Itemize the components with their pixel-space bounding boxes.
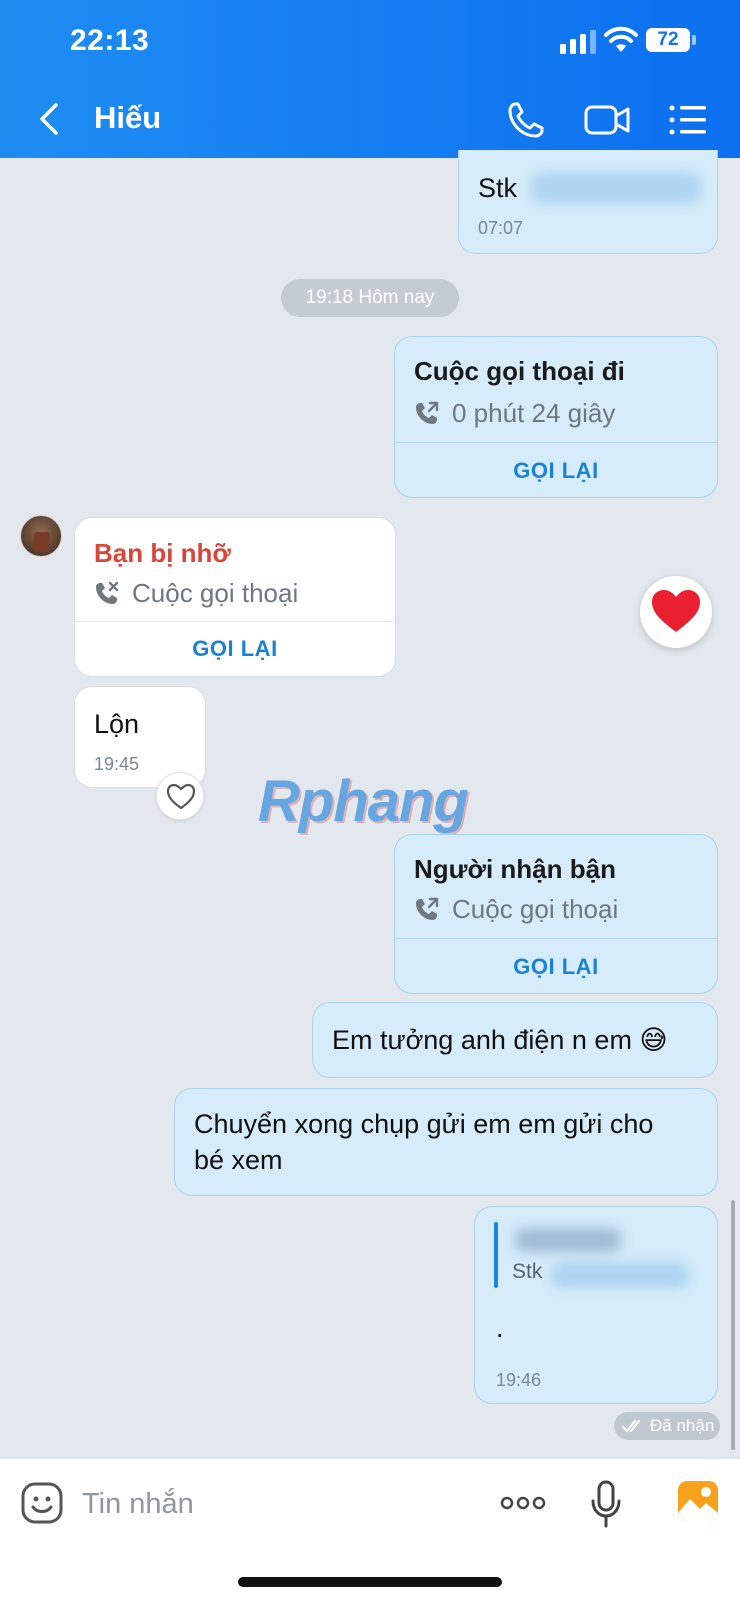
back-icon[interactable] [36, 102, 62, 136]
message-time: 07:07 [478, 218, 524, 238]
call-back-button[interactable]: GỌI LẠI [394, 954, 718, 980]
outgoing-call-icon [416, 401, 439, 424]
redacted-account-number [530, 172, 702, 204]
message-text: Stk [478, 173, 518, 203]
missed-call-icon [96, 581, 119, 604]
call-back-button[interactable]: GỌI LẠI [74, 636, 396, 662]
scrollbar[interactable] [731, 1200, 735, 1450]
message-text-line-1: Chuyển xong chụp gửi em em gửi cho [194, 1109, 654, 1139]
status-time: 22:13 [70, 24, 150, 57]
video-call-icon[interactable] [584, 102, 630, 138]
delivered-label: Đã nhận [650, 1416, 715, 1435]
quote-text: Stk [512, 1260, 543, 1283]
phone-icon[interactable] [506, 100, 546, 140]
redacted-quote-sender [514, 1228, 622, 1252]
missed-call-type: Cuộc gọi thoại [132, 578, 299, 608]
message-text: Em tưởng anh điện n em 😅 [332, 1025, 668, 1055]
call-title: Người nhận bận [414, 854, 616, 884]
call-duration: 0 phút 24 giây [452, 398, 616, 428]
call-divider [395, 938, 717, 939]
contact-name[interactable]: Hiếu [94, 100, 161, 136]
more-options-icon[interactable] [500, 1495, 546, 1511]
missed-call-title: Bạn bị nhỡ [94, 538, 231, 568]
sticker-icon[interactable] [20, 1481, 64, 1525]
watermark-logo: Rphang [258, 769, 469, 834]
wifi-icon [604, 26, 638, 52]
date-separator: 19:18 Hôm nay [281, 279, 459, 317]
microphone-icon[interactable] [590, 1479, 622, 1529]
contact-avatar[interactable] [20, 515, 62, 557]
message-time: 19:46 [496, 1370, 542, 1390]
heart-reaction[interactable] [640, 576, 712, 648]
message-time: 19:45 [94, 754, 140, 774]
call-back-button[interactable]: GỌI LẠI [394, 458, 718, 484]
battery-nub [692, 35, 696, 45]
message-input[interactable] [82, 1481, 462, 1527]
call-title: Cuộc gọi thoại đi [414, 356, 625, 386]
message-text: . [496, 1313, 504, 1343]
message-composer [0, 1458, 740, 1600]
home-indicator [238, 1577, 502, 1587]
delivered-badge: Đã nhận [614, 1412, 720, 1440]
battery-icon: 72 [646, 28, 690, 52]
signal-icon [560, 30, 596, 54]
double-check-icon [622, 1419, 641, 1433]
heart-icon [652, 590, 700, 632]
call-type: Cuộc gọi thoại [452, 894, 619, 924]
redacted-account-number [550, 1262, 690, 1288]
message-text-line-2: bé xem [194, 1145, 283, 1175]
chat-header: 22:13 72 Hiếu [0, 0, 740, 158]
message-text: Lộn [94, 709, 140, 739]
outgoing-call-icon [416, 897, 439, 920]
quote-bar [494, 1222, 498, 1288]
image-icon[interactable] [676, 1479, 720, 1523]
call-divider [395, 442, 717, 443]
heart-outline-icon [166, 783, 196, 810]
menu-icon[interactable] [668, 104, 706, 136]
call-divider [75, 621, 395, 622]
react-button[interactable] [156, 772, 204, 820]
